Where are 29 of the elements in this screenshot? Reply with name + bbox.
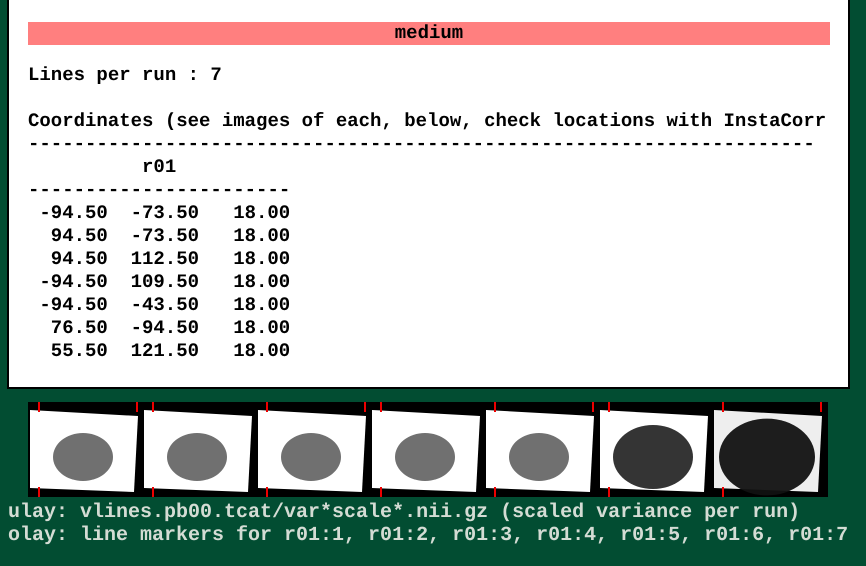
separator-text: --------------------------------------------------------------------- — [28, 133, 816, 156]
table-cell-text: -73.50 — [130, 202, 200, 225]
coordinates-heading: Coordinates (see images of each, below, check locations with InstaCorr — [28, 110, 828, 133]
table-cell-text: 18.00 — [232, 294, 290, 317]
table-cell-text: 18.00 — [232, 340, 290, 363]
table-cell-text: -73.50 — [130, 225, 200, 248]
table-cell-text: -43.50 — [130, 294, 200, 317]
separator-text: ----------------------- — [28, 179, 292, 202]
table-cell-text: 76.50 — [50, 317, 108, 340]
table-cell-text: 94.50 — [50, 248, 108, 271]
table-cell-text: 18.00 — [232, 248, 290, 271]
table-cell-text: 18.00 — [232, 202, 290, 225]
section-banner: medium — [28, 22, 830, 45]
caption-text: ulay: vlines.pb00.tcat/var*scale*.nii.gz (scaled variance per run) — [8, 501, 802, 524]
table-cell-text: -94.50 — [130, 317, 200, 340]
table-cell-text: 109.50 — [130, 271, 200, 294]
table-cell-text: 94.50 — [50, 225, 108, 248]
table-cell-text: 18.00 — [232, 317, 290, 340]
caption-text: olay: line markers for r01:1, r01:2, r01:3, r01:4, r01:5, r01:6, r01:7 — [8, 524, 850, 547]
table-cell-text: 121.50 — [130, 340, 200, 363]
table-cell-text: 18.00 — [232, 271, 290, 294]
table-cell-text: -94.50 — [38, 202, 108, 225]
table-cell-text: 55.50 — [50, 340, 108, 363]
table-cell-text: -94.50 — [38, 294, 108, 317]
column-header: r01 — [141, 156, 178, 179]
table-cell-text: 18.00 — [232, 225, 290, 248]
table-cell-text: 112.50 — [130, 248, 200, 271]
lines-per-run: Lines per run : 7 — [28, 64, 223, 87]
table-cell-text: -94.50 — [38, 271, 108, 294]
